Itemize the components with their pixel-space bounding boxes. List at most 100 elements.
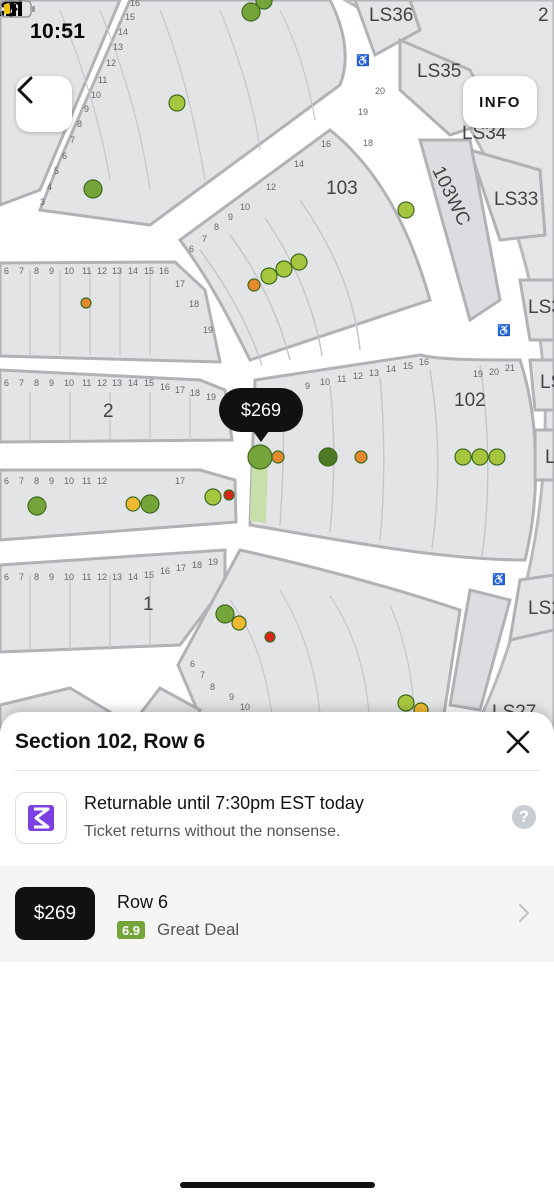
deal-score-badge: 6.9	[117, 921, 145, 939]
ticket-marker[interactable]	[231, 615, 247, 631]
returnable-subtitle: Ticket returns without the nonsense.	[84, 823, 341, 840]
row-number: 9	[49, 476, 54, 486]
row-number: 10	[91, 90, 101, 100]
section-label-ls: LS	[540, 372, 554, 393]
row-number: 5	[54, 166, 59, 176]
ticket-marker[interactable]	[125, 496, 141, 512]
row-number: 11	[98, 75, 107, 85]
row-number: 9	[305, 381, 310, 391]
help-icon[interactable]: ?	[512, 805, 536, 829]
ticket-marker[interactable]	[275, 260, 293, 278]
row-number: 11	[82, 572, 91, 582]
section-label-103: 103	[326, 178, 358, 199]
deal-label: Great Deal	[157, 920, 240, 939]
ticket-marker[interactable]	[80, 297, 92, 309]
section-label-ls33: LS33	[494, 189, 538, 210]
row-number: 7	[70, 135, 75, 145]
divider	[15, 770, 539, 771]
row-number: 7	[19, 378, 24, 388]
row-number: 12	[97, 476, 107, 486]
ticket-marker[interactable]	[247, 278, 261, 292]
status-bar: 10:51	[0, 0, 554, 66]
row-number: 19	[206, 392, 216, 402]
ticket-marker[interactable]	[318, 447, 338, 467]
chevron-right-icon	[518, 903, 530, 923]
ticket-marker[interactable]	[204, 488, 222, 506]
ticket-marker[interactable]	[140, 494, 160, 514]
row-number: 21	[505, 363, 515, 373]
row-number: 15	[144, 570, 154, 580]
row-number: 12	[97, 266, 107, 276]
row-number: 11	[82, 378, 91, 388]
row-number: 10	[64, 476, 74, 486]
section-label-ls2: LS2	[528, 598, 554, 619]
row-number: 9	[49, 266, 54, 276]
row-number: 18	[190, 388, 200, 398]
row-number: 10	[240, 702, 250, 712]
row-number: 14	[128, 572, 138, 582]
row-number: 17	[175, 279, 185, 289]
row-number: 20	[489, 367, 499, 377]
status-time: 10:51	[30, 20, 86, 43]
ticket-marker[interactable]	[471, 448, 489, 466]
row-number: 6	[190, 659, 195, 669]
row-number: 12	[353, 371, 363, 381]
row-number: 13	[112, 572, 122, 582]
row-number: 9	[84, 104, 89, 114]
row-number: 9	[229, 692, 234, 702]
row-number: 8	[34, 476, 39, 486]
row-number: 8	[34, 266, 39, 276]
ticket-marker[interactable]	[83, 179, 103, 199]
listing-price: $269	[15, 887, 95, 940]
row-number: 8	[34, 572, 39, 582]
row-number: 16	[321, 139, 331, 149]
row-number: 9	[49, 572, 54, 582]
ticket-marker[interactable]	[215, 604, 235, 624]
info-button[interactable]: INFO	[463, 76, 537, 128]
row-number: 14	[294, 159, 304, 169]
ticket-marker-selected[interactable]	[247, 444, 273, 470]
ticket-marker[interactable]	[27, 496, 47, 516]
row-number: 14	[128, 378, 138, 388]
row-number: 12	[97, 378, 107, 388]
row-number: 8	[34, 378, 39, 388]
row-number: 8	[210, 682, 215, 692]
selected-price-bubble[interactable]: $269	[219, 388, 303, 442]
listing-row[interactable]: $269 Row 6 6.9 Great Deal	[0, 866, 554, 962]
ticket-marker[interactable]	[397, 694, 415, 712]
ticket-marker[interactable]	[223, 489, 235, 501]
row-number: 10	[64, 572, 74, 582]
row-number: 10	[240, 202, 250, 212]
section-label-1: 1	[143, 594, 154, 615]
row-number: 11	[82, 476, 91, 486]
sheet-title: Section 102, Row 6	[15, 730, 206, 753]
ticket-marker[interactable]	[397, 201, 415, 219]
back-button[interactable]	[16, 76, 72, 132]
row-number: 12	[266, 182, 276, 192]
close-icon[interactable]	[504, 728, 532, 756]
ticket-marker[interactable]	[488, 448, 506, 466]
row-number: 16	[160, 382, 170, 392]
row-number: 17	[176, 563, 186, 573]
row-number: 8	[214, 222, 219, 232]
row-number: 7	[202, 234, 207, 244]
row-number: 10	[320, 377, 330, 387]
row-number: 9	[228, 212, 233, 222]
row-number: 16	[419, 357, 429, 367]
row-number: 9	[49, 378, 54, 388]
seat-map[interactable]: LS36 2 LS35 LS34 103WC LS33 103 102 2 1 …	[0, 0, 554, 740]
ticket-marker[interactable]	[354, 450, 368, 464]
row-number: 18	[363, 138, 373, 148]
row-number: 13	[112, 266, 122, 276]
row-number: 6	[4, 266, 9, 276]
ticket-marker[interactable]	[264, 631, 276, 643]
row-number: 7	[19, 476, 24, 486]
row-number: 6	[189, 244, 194, 254]
ticket-marker[interactable]	[260, 267, 278, 285]
row-number: 14	[386, 364, 396, 374]
ticket-marker[interactable]	[271, 450, 285, 464]
ticket-marker[interactable]	[454, 448, 472, 466]
ticket-marker[interactable]	[168, 94, 186, 112]
row-number: 19	[473, 369, 483, 379]
ticket-marker[interactable]	[290, 253, 308, 271]
